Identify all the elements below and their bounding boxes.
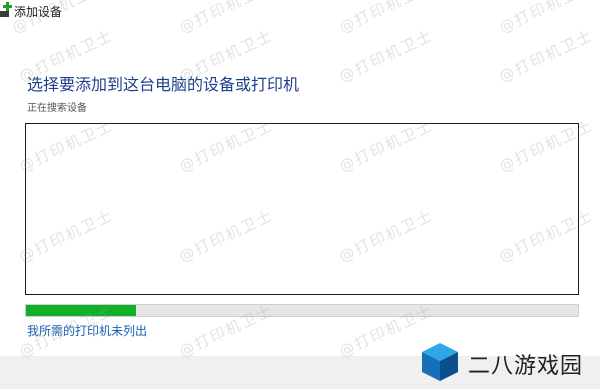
title-bar: 添加设备	[0, 0, 600, 26]
brand-logo: 二八游戏园	[418, 340, 594, 384]
cube-logo-icon	[418, 340, 462, 384]
device-list[interactable]	[25, 123, 579, 295]
watermark: @打印机卫士	[496, 26, 597, 86]
search-progress-bar	[25, 304, 579, 317]
printer-not-listed-link[interactable]: 我所需的打印机未列出	[27, 322, 147, 339]
add-device-icon	[0, 2, 14, 18]
page-heading: 选择要添加到这台电脑的设备或打印机	[27, 75, 300, 94]
brand-text: 二八游戏园	[468, 354, 584, 379]
search-progress-fill	[26, 305, 137, 316]
search-status-text: 正在搜索设备	[27, 103, 87, 114]
window-title: 添加设备	[14, 5, 63, 19]
watermark: @打印机卫士	[336, 26, 437, 86]
